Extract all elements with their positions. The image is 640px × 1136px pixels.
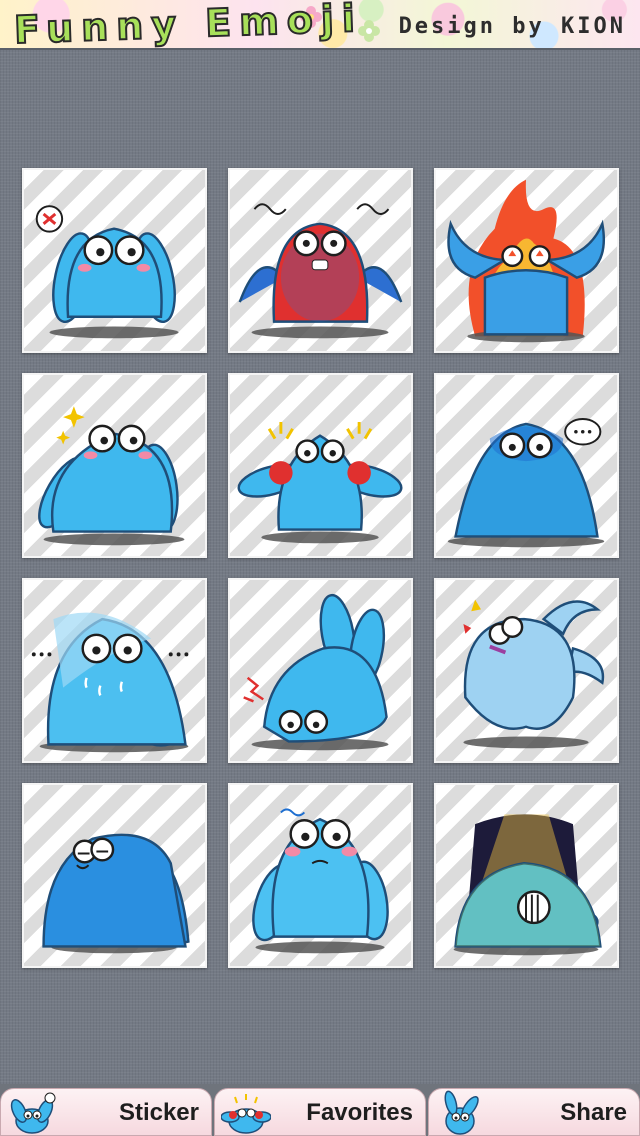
designer-credit: Design by KION <box>398 14 626 39</box>
tab-favorites-label: Favorites <box>306 1099 413 1126</box>
nervous-emoji-icon <box>31 612 189 753</box>
sticker-tile-shocked[interactable] <box>434 578 619 763</box>
tab-share[interactable]: Share <box>428 1088 640 1136</box>
ellipsis-emoji-icon <box>447 418 605 548</box>
sticker-tile-gloomy[interactable] <box>434 783 619 968</box>
sulk-emoji-icon <box>42 833 190 954</box>
tab-sticker-label: Sticker <box>118 1099 199 1126</box>
tab-sticker[interactable]: Sticker <box>0 1088 212 1136</box>
sticker-tile-sulking[interactable] <box>22 783 207 968</box>
app-header: Funny Emoji Design by KION <box>0 0 640 50</box>
sparkle-emoji-icon <box>38 406 185 546</box>
fired-up-emoji-icon <box>447 179 605 343</box>
favorites-tab-icon <box>221 1094 271 1134</box>
furious-emoji-icon <box>238 203 403 339</box>
sticker-tile-speechless[interactable] <box>434 373 619 558</box>
sticker-tile-bowing-down[interactable] <box>228 578 413 763</box>
sticker-grid <box>22 168 620 970</box>
tab-share-label: Share <box>560 1099 627 1126</box>
depressed-emoji-icon <box>453 814 602 956</box>
shy-emoji-icon <box>252 808 389 954</box>
flustered-emoji-icon <box>237 421 403 544</box>
sticker-tile-red-furious[interactable] <box>228 168 413 353</box>
sticker-tab-icon <box>10 1092 56 1134</box>
share-tab-icon <box>444 1090 479 1135</box>
defeated-emoji-icon <box>243 593 389 751</box>
sticker-tile-anger-mark[interactable] <box>22 168 207 353</box>
sticker-tile-sparkle-thinking[interactable] <box>22 373 207 558</box>
sticker-tile-shy[interactable] <box>228 783 413 968</box>
tab-favorites[interactable]: Favorites <box>214 1088 426 1136</box>
angry-emoji-icon <box>35 205 179 339</box>
bottom-tab-bar: Sticker Favorites Share <box>0 1084 640 1136</box>
sticker-tile-flustered[interactable] <box>228 373 413 558</box>
app-title: Funny Emoji <box>12 0 364 50</box>
sticker-tile-sweating[interactable] <box>22 578 207 763</box>
sticker-tile-on-fire[interactable] <box>434 168 619 353</box>
shock-emoji-icon <box>463 599 605 749</box>
